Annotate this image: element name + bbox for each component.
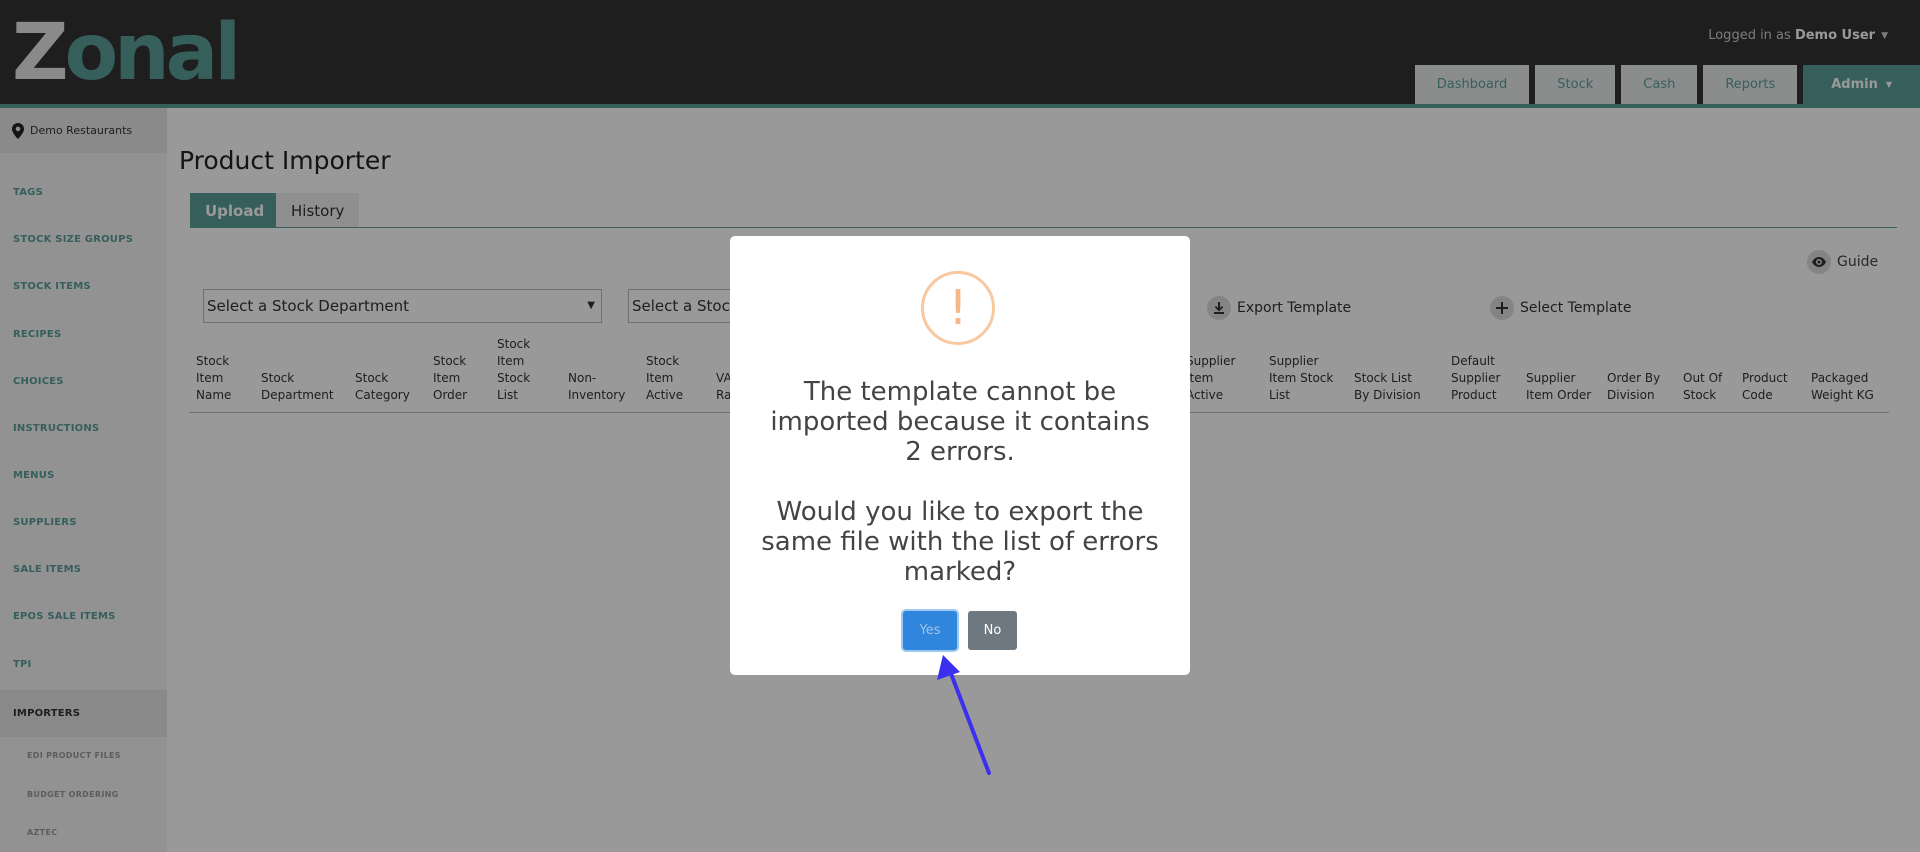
pointer-arrow-icon xyxy=(937,655,991,775)
